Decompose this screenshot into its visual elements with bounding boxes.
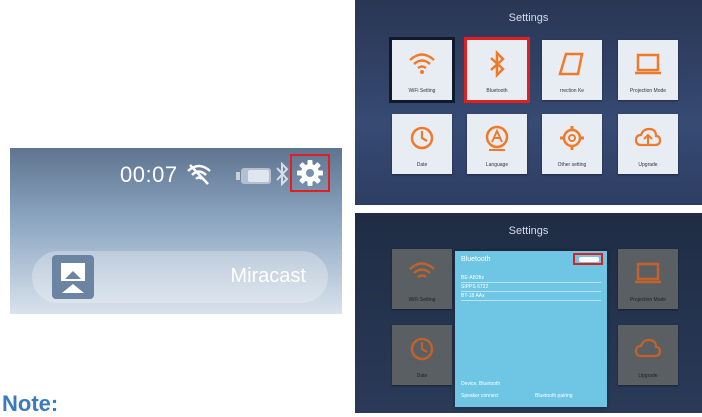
tile-wifi-setting[interactable]: WiFi Setting bbox=[389, 37, 455, 103]
settings-title: Settings bbox=[508, 12, 549, 24]
miracast-label: Miracast bbox=[230, 265, 306, 287]
tile-label: Bluetooth bbox=[486, 88, 508, 94]
tile-date[interactable]: Date bbox=[392, 325, 452, 385]
tile-label: Upgrade bbox=[638, 162, 658, 168]
settings-gear-button[interactable] bbox=[290, 154, 330, 192]
tile-label: rrection Ke bbox=[559, 88, 585, 94]
home-status-panel: 00:07 Miracast bbox=[10, 148, 342, 314]
tile-upgrade[interactable]: Upgrade bbox=[618, 114, 678, 174]
clock-text: 00:07 bbox=[120, 162, 178, 187]
cloud-upgrade-icon bbox=[634, 127, 662, 147]
tile-label: Projection Mode bbox=[629, 88, 667, 94]
tile-label: Other setting bbox=[557, 162, 587, 168]
tile-date[interactable]: Date bbox=[392, 114, 452, 174]
note-heading: Note: bbox=[2, 391, 59, 416]
bluetooth-status-icon bbox=[276, 161, 289, 187]
bt-status-text: Device, Bluetooth bbox=[461, 381, 501, 387]
tile-wifi-setting[interactable]: WiFi Setting bbox=[392, 249, 452, 309]
bluetooth-icon bbox=[490, 50, 505, 78]
tile-label: Projection Mode bbox=[629, 297, 667, 303]
keystone-icon bbox=[558, 52, 584, 76]
tile-label: Upgrade bbox=[638, 373, 658, 379]
tile-keystone-correction[interactable]: rrection Ke bbox=[542, 40, 602, 100]
settings-screen-bluetooth: Settings WiFi Setting Projection Mode Da… bbox=[355, 213, 702, 413]
battery-icon bbox=[236, 168, 271, 184]
tile-label: Language bbox=[485, 162, 509, 168]
settings-screen-main: Settings WiFi Setting Bluetooth rrection… bbox=[355, 0, 702, 205]
clock-icon bbox=[410, 337, 434, 361]
laptop-icon bbox=[635, 53, 661, 75]
wifi-off-icon bbox=[187, 164, 211, 185]
tile-upgrade[interactable]: Upgrade bbox=[618, 325, 678, 385]
wifi-icon bbox=[409, 262, 435, 279]
gear-icon bbox=[560, 126, 584, 150]
tile-language[interactable]: Language bbox=[467, 114, 527, 174]
tile-label: WiFi Setting bbox=[408, 297, 436, 303]
tile-bluetooth[interactable]: Bluetooth bbox=[464, 37, 530, 103]
bluetooth-dialog-title: Bluetooth bbox=[461, 256, 491, 263]
miracast-icon bbox=[52, 255, 94, 299]
bt-device-row[interactable]: SIPPS 6722 bbox=[461, 284, 601, 292]
tile-label: Date bbox=[416, 373, 428, 379]
bluetooth-pairing-button[interactable]: Bluetooth pairing bbox=[535, 393, 573, 399]
bluetooth-dialog: Bluetooth BE-AB2ftz SIPPS 6722 BT-18 AAx… bbox=[455, 251, 607, 407]
laptop-icon bbox=[635, 262, 661, 284]
gear-icon bbox=[297, 160, 323, 186]
speaker-connect-button[interactable]: Speaker connect bbox=[461, 393, 499, 399]
tile-projection-mode[interactable]: Projection Mode bbox=[618, 249, 678, 309]
tile-other-setting[interactable]: Other setting bbox=[542, 114, 602, 174]
tile-label: Date bbox=[416, 162, 428, 168]
tile-projection-mode[interactable]: Projection Mode bbox=[618, 40, 678, 100]
cloud-upgrade-icon bbox=[634, 338, 662, 358]
wifi-icon bbox=[409, 53, 435, 74]
tile-label: WiFi Setting bbox=[408, 88, 436, 94]
bluetooth-toggle-switch[interactable] bbox=[573, 253, 603, 265]
bt-device-row[interactable]: BT-18 AAx bbox=[461, 293, 601, 301]
bt-device-row[interactable]: BE-AB2ftz bbox=[461, 275, 601, 283]
miracast-button[interactable]: Miracast bbox=[32, 251, 328, 303]
settings-title: Settings bbox=[508, 225, 549, 237]
clock-icon bbox=[410, 126, 434, 150]
toggle-knob bbox=[579, 257, 599, 262]
language-icon bbox=[485, 125, 509, 151]
